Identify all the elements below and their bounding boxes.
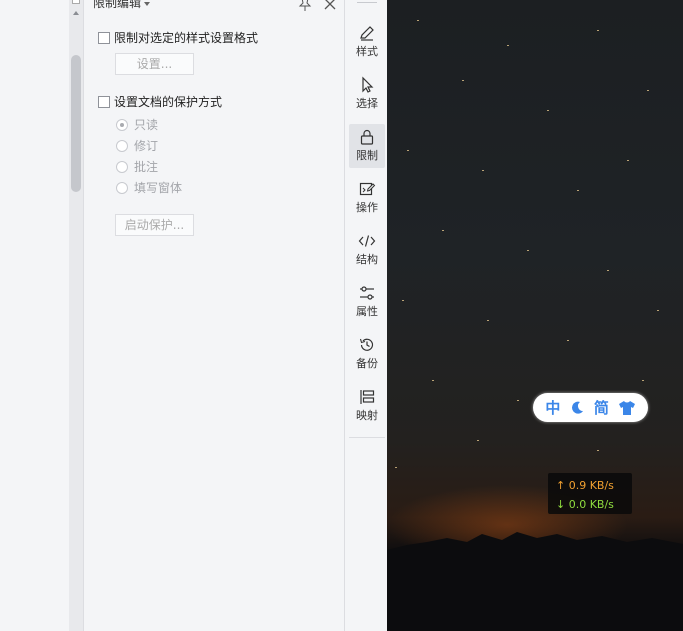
toolbar-divider	[349, 437, 385, 438]
scroll-thumb[interactable]	[71, 55, 81, 192]
mountain-silhouette	[387, 532, 683, 631]
radio-label: 只读	[134, 118, 159, 132]
restrict-editing-panel: 限制编辑 限制对选定的样式设置格式 设置... 设置文档的保护方式 只读 修订 …	[84, 0, 344, 631]
toolbar-grip	[357, 2, 377, 3]
ime-status-bar[interactable]: 中 简	[533, 393, 648, 422]
moon-icon[interactable]	[569, 400, 585, 416]
tool-restrict[interactable]: 限制	[349, 124, 385, 168]
tool-select[interactable]: 选择	[349, 72, 385, 116]
tool-backup[interactable]: 备份	[349, 332, 385, 376]
scroll-top-button[interactable]	[72, 0, 80, 4]
radio-label: 批注	[134, 160, 159, 174]
tool-structure[interactable]: 结构	[349, 228, 385, 272]
cursor-icon	[362, 76, 374, 93]
lock-icon	[360, 129, 374, 145]
pin-icon[interactable]	[297, 0, 313, 11]
radio-fill-forms[interactable]: 填写窗体	[116, 179, 182, 196]
left-gutter	[0, 0, 69, 631]
start-protection-button[interactable]: 启动保护...	[115, 214, 194, 236]
vertical-scrollbar[interactable]	[69, 0, 84, 631]
tool-label: 样式	[356, 45, 378, 58]
protection-label: 设置文档的保护方式	[114, 95, 223, 109]
tool-operation[interactable]: 操作	[349, 176, 385, 220]
history-icon	[359, 338, 374, 351]
radio-label: 修订	[134, 139, 159, 153]
sliders-icon	[360, 286, 374, 300]
radio-button[interactable]	[116, 160, 128, 173]
tool-label: 限制	[356, 149, 378, 162]
close-icon[interactable]	[323, 0, 337, 11]
radio-button[interactable]	[116, 139, 128, 152]
radio-revision[interactable]: 修订	[116, 137, 158, 154]
settings-button[interactable]: 设置...	[115, 53, 194, 75]
panel-title-dropdown[interactable]: 限制编辑	[93, 0, 151, 11]
tool-label: 结构	[356, 253, 378, 266]
radio-button[interactable]	[116, 181, 128, 194]
radio-readonly[interactable]: 只读	[116, 116, 158, 133]
tool-label: 选择	[356, 97, 378, 110]
protection-checkbox[interactable]	[98, 95, 110, 108]
download-speed: ↓ 0.0 KB/s	[556, 498, 614, 511]
tool-label: 映射	[356, 409, 378, 422]
ime-mode[interactable]: 中	[545, 397, 560, 418]
format-restriction-label: 限制对选定的样式设置格式	[114, 31, 259, 45]
panel-title: 限制编辑	[93, 0, 142, 10]
edit-image-icon	[359, 182, 376, 196]
code-icon	[358, 235, 376, 247]
protection-option[interactable]: 设置文档的保护方式	[98, 93, 222, 110]
radio-button[interactable]	[116, 118, 128, 131]
tool-label: 操作	[356, 201, 378, 214]
radio-comments[interactable]: 批注	[116, 158, 158, 175]
mapping-icon	[360, 390, 375, 404]
pen-icon	[360, 26, 374, 41]
upload-speed: ↑ 0.9 KB/s	[556, 479, 614, 492]
tool-style[interactable]: 样式	[349, 20, 385, 64]
tool-label: 属性	[356, 305, 378, 318]
radio-label: 填写窗体	[134, 181, 183, 195]
skin-tshirt-icon[interactable]	[618, 400, 636, 416]
desktop-wallpaper	[387, 0, 683, 631]
network-speed-widget: ↑ 0.9 KB/s ↓ 0.0 KB/s	[548, 473, 632, 514]
format-restriction-checkbox[interactable]	[98, 31, 110, 44]
caret-down-icon	[144, 1, 151, 6]
scroll-up-arrow-icon[interactable]	[73, 11, 79, 15]
side-toolbar: 样式 选择 限制 操作 结构 属性 备份 映射	[344, 0, 387, 631]
tool-properties[interactable]: 属性	[349, 280, 385, 324]
tool-label: 备份	[356, 357, 378, 370]
ime-charset[interactable]: 简	[594, 397, 609, 418]
format-restriction-option[interactable]: 限制对选定的样式设置格式	[98, 29, 258, 46]
tool-mapping[interactable]: 映射	[349, 384, 385, 428]
